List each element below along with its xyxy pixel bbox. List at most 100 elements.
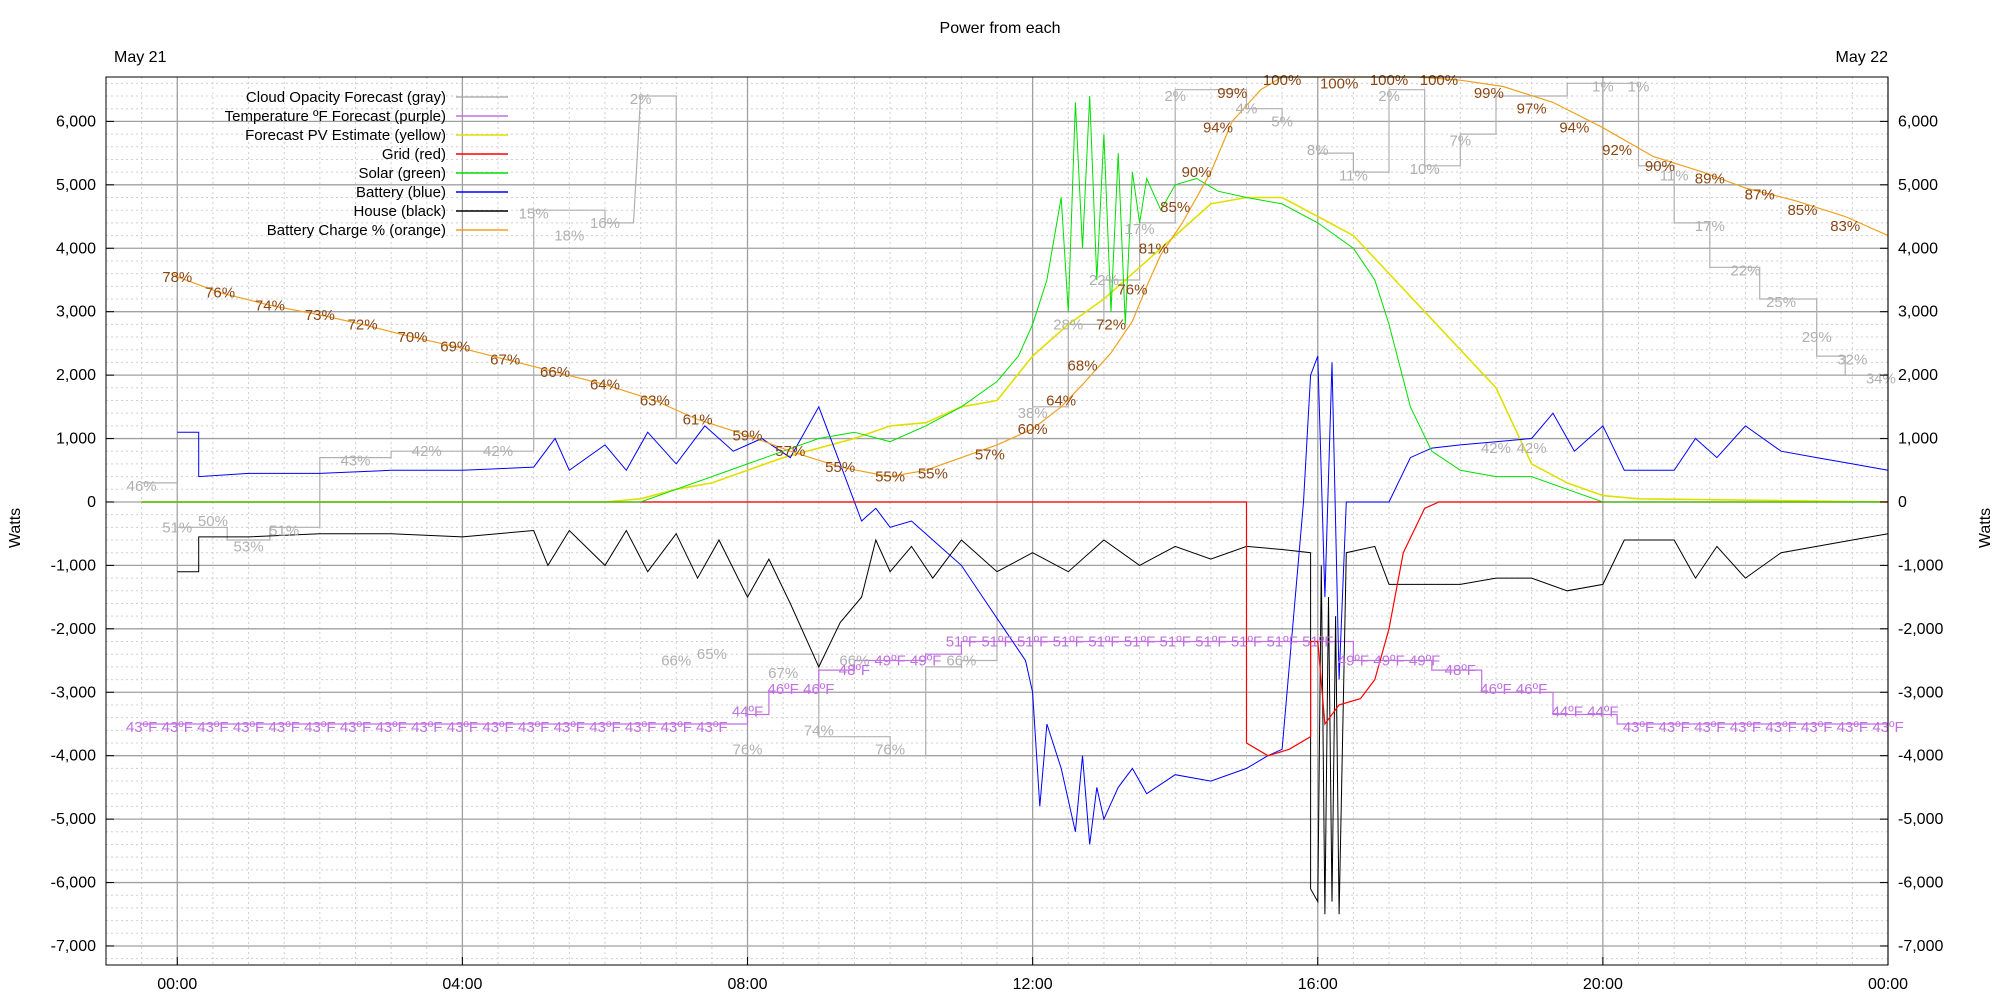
chart-title: Power from each — [940, 20, 1061, 37]
x-tick-label: 00:00 — [157, 976, 197, 993]
temperature-label: 43ºF — [1623, 719, 1654, 736]
cloud-opacity-label: 8% — [1307, 142, 1329, 159]
cloud-opacity-label: 50% — [198, 513, 228, 530]
temperature-label: 43ºF — [518, 719, 549, 736]
cloud-opacity-label: 2% — [1378, 88, 1400, 105]
cloud-opacity-label: 42% — [1481, 440, 1511, 457]
battery-charge-label: 90% — [1182, 164, 1212, 181]
temperature-label: 48ºF — [1445, 662, 1476, 679]
battery-charge-label: 76% — [1117, 281, 1147, 298]
temperature-label: 43ºF — [661, 719, 692, 736]
battery-charge-label: 66% — [540, 364, 570, 381]
cloud-opacity-label: 2% — [1164, 88, 1186, 105]
temperature-label: 51ºF — [1231, 634, 1262, 651]
battery-charge-label: 81% — [1139, 240, 1169, 257]
battery-charge-label: 76% — [205, 285, 235, 302]
cloud-opacity-label: 51% — [269, 523, 299, 540]
legend-entry-label: Cloud Opacity Forecast (gray) — [246, 89, 446, 106]
battery-charge-label: 99% — [1474, 85, 1504, 102]
temperature-label: 43ºF — [126, 719, 157, 736]
temperature-label: 51ºF — [1160, 634, 1191, 651]
battery-charge-label: 72% — [1096, 316, 1126, 333]
y-tick-label-left: -2,000 — [51, 621, 96, 638]
temperature-label: 51ºF — [1088, 634, 1119, 651]
y-axis-label-left: Watts — [7, 508, 24, 548]
temperature-label: 46ºF — [767, 681, 798, 698]
cloud-opacity-label: 76% — [733, 741, 763, 758]
y-tick-label-right: -1,000 — [1898, 557, 1943, 574]
cloud-opacity-label: 1% — [1628, 79, 1650, 96]
temperature-label: 48ºF — [839, 662, 870, 679]
battery-charge-label: 100% — [1263, 72, 1301, 89]
battery-charge-label: 100% — [1320, 75, 1358, 92]
y-tick-label-right: 1,000 — [1898, 431, 1938, 448]
temperature-label: 43ºF — [482, 719, 513, 736]
battery-charge-label: 74% — [255, 297, 285, 314]
temperature-label: 43ºF — [1837, 719, 1868, 736]
temperature-label: 43ºF — [1730, 719, 1761, 736]
temperature-label: 43ºF — [304, 719, 335, 736]
cloud-opacity-label: 17% — [1695, 218, 1725, 235]
temperature-label: 51ºF — [1302, 634, 1333, 651]
cloud-opacity-label: 4% — [1236, 101, 1258, 118]
y-tick-label-right: 5,000 — [1898, 177, 1938, 194]
y-tick-label-right: 3,000 — [1898, 304, 1938, 321]
cloud-opacity-label: 1% — [1592, 79, 1614, 96]
y-tick-label-right: -7,000 — [1898, 938, 1943, 955]
y-tick-label-right: -5,000 — [1898, 811, 1943, 828]
cloud-opacity-label: 34% — [1866, 370, 1896, 387]
temperature-label: 51ºF — [946, 634, 977, 651]
cloud-opacity-label: 2% — [630, 91, 652, 108]
cloud-opacity-label: 5% — [1271, 113, 1293, 130]
temperature-label: 43ºF — [340, 719, 371, 736]
y-tick-label-left: 1,000 — [56, 431, 96, 448]
y-tick-label-right: 6,000 — [1898, 113, 1938, 130]
y-tick-label-right: -6,000 — [1898, 875, 1943, 892]
y-tick-label-right: -2,000 — [1898, 621, 1943, 638]
battery-charge-label: 87% — [1745, 186, 1775, 203]
battery-charge-label: 64% — [1046, 392, 1076, 409]
battery-charge-label: 78% — [162, 269, 192, 286]
temperature-label: 46ºF — [803, 681, 834, 698]
battery-charge-label: 72% — [348, 316, 378, 333]
legend-entry-label: Grid (red) — [382, 146, 446, 163]
battery-charge-label: 85% — [1160, 199, 1190, 216]
y-tick-label-left: 0 — [87, 494, 96, 511]
temperature-label: 51ºF — [1195, 634, 1226, 651]
y-tick-label-right: -3,000 — [1898, 684, 1943, 701]
cloud-opacity-label: 38% — [1018, 405, 1048, 422]
temperature-label: 43ºF — [1658, 719, 1689, 736]
battery-charge-label: 55% — [875, 469, 905, 486]
temperature-label: 43ºF — [589, 719, 620, 736]
cloud-opacity-label: 53% — [234, 538, 264, 555]
battery-charge-label: 90% — [1645, 158, 1675, 175]
y-tick-label-right: 2,000 — [1898, 367, 1938, 384]
temperature-label: 44ºF — [1587, 703, 1618, 720]
x-tick-label: 16:00 — [1298, 976, 1338, 993]
cloud-opacity-label: 76% — [875, 741, 905, 758]
battery-charge-label: 60% — [1018, 421, 1048, 438]
battery-charge-label: 100% — [1420, 72, 1458, 89]
y-tick-label-right: 4,000 — [1898, 240, 1938, 257]
legend: Cloud Opacity Forecast (gray) Temperature… — [225, 89, 508, 239]
battery-charge-label: 100% — [1370, 72, 1408, 89]
temperature-label: 44ºF — [732, 703, 763, 720]
battery-charge-label: 57% — [975, 446, 1005, 463]
cloud-opacity-label: 15% — [519, 205, 549, 222]
battery-charge-label: 57% — [775, 443, 805, 460]
battery-charge-label: 89% — [1695, 170, 1725, 187]
cloud-opacity-label: 25% — [1766, 294, 1796, 311]
y-tick-label-left: 3,000 — [56, 304, 96, 321]
cloud-opacity-label: 67% — [768, 665, 798, 682]
battery-charge-label: 61% — [683, 412, 713, 429]
cloud-opacity-label: 42% — [483, 443, 513, 460]
battery-charge-label: 83% — [1830, 218, 1860, 235]
cloud-opacity-label: 65% — [697, 646, 727, 663]
temperature-label: 43ºF — [625, 719, 656, 736]
cloud-opacity-label: 29% — [1802, 329, 1832, 346]
cloud-opacity-label: 16% — [590, 215, 620, 232]
cloud-opacity-label: 66% — [946, 653, 976, 670]
power-chart: Power from each May 21 May 22 Watts Watt… — [7, 20, 1994, 993]
cloud-opacity-label: 7% — [1449, 132, 1471, 149]
temperature-label: 51ºF — [1017, 634, 1048, 651]
